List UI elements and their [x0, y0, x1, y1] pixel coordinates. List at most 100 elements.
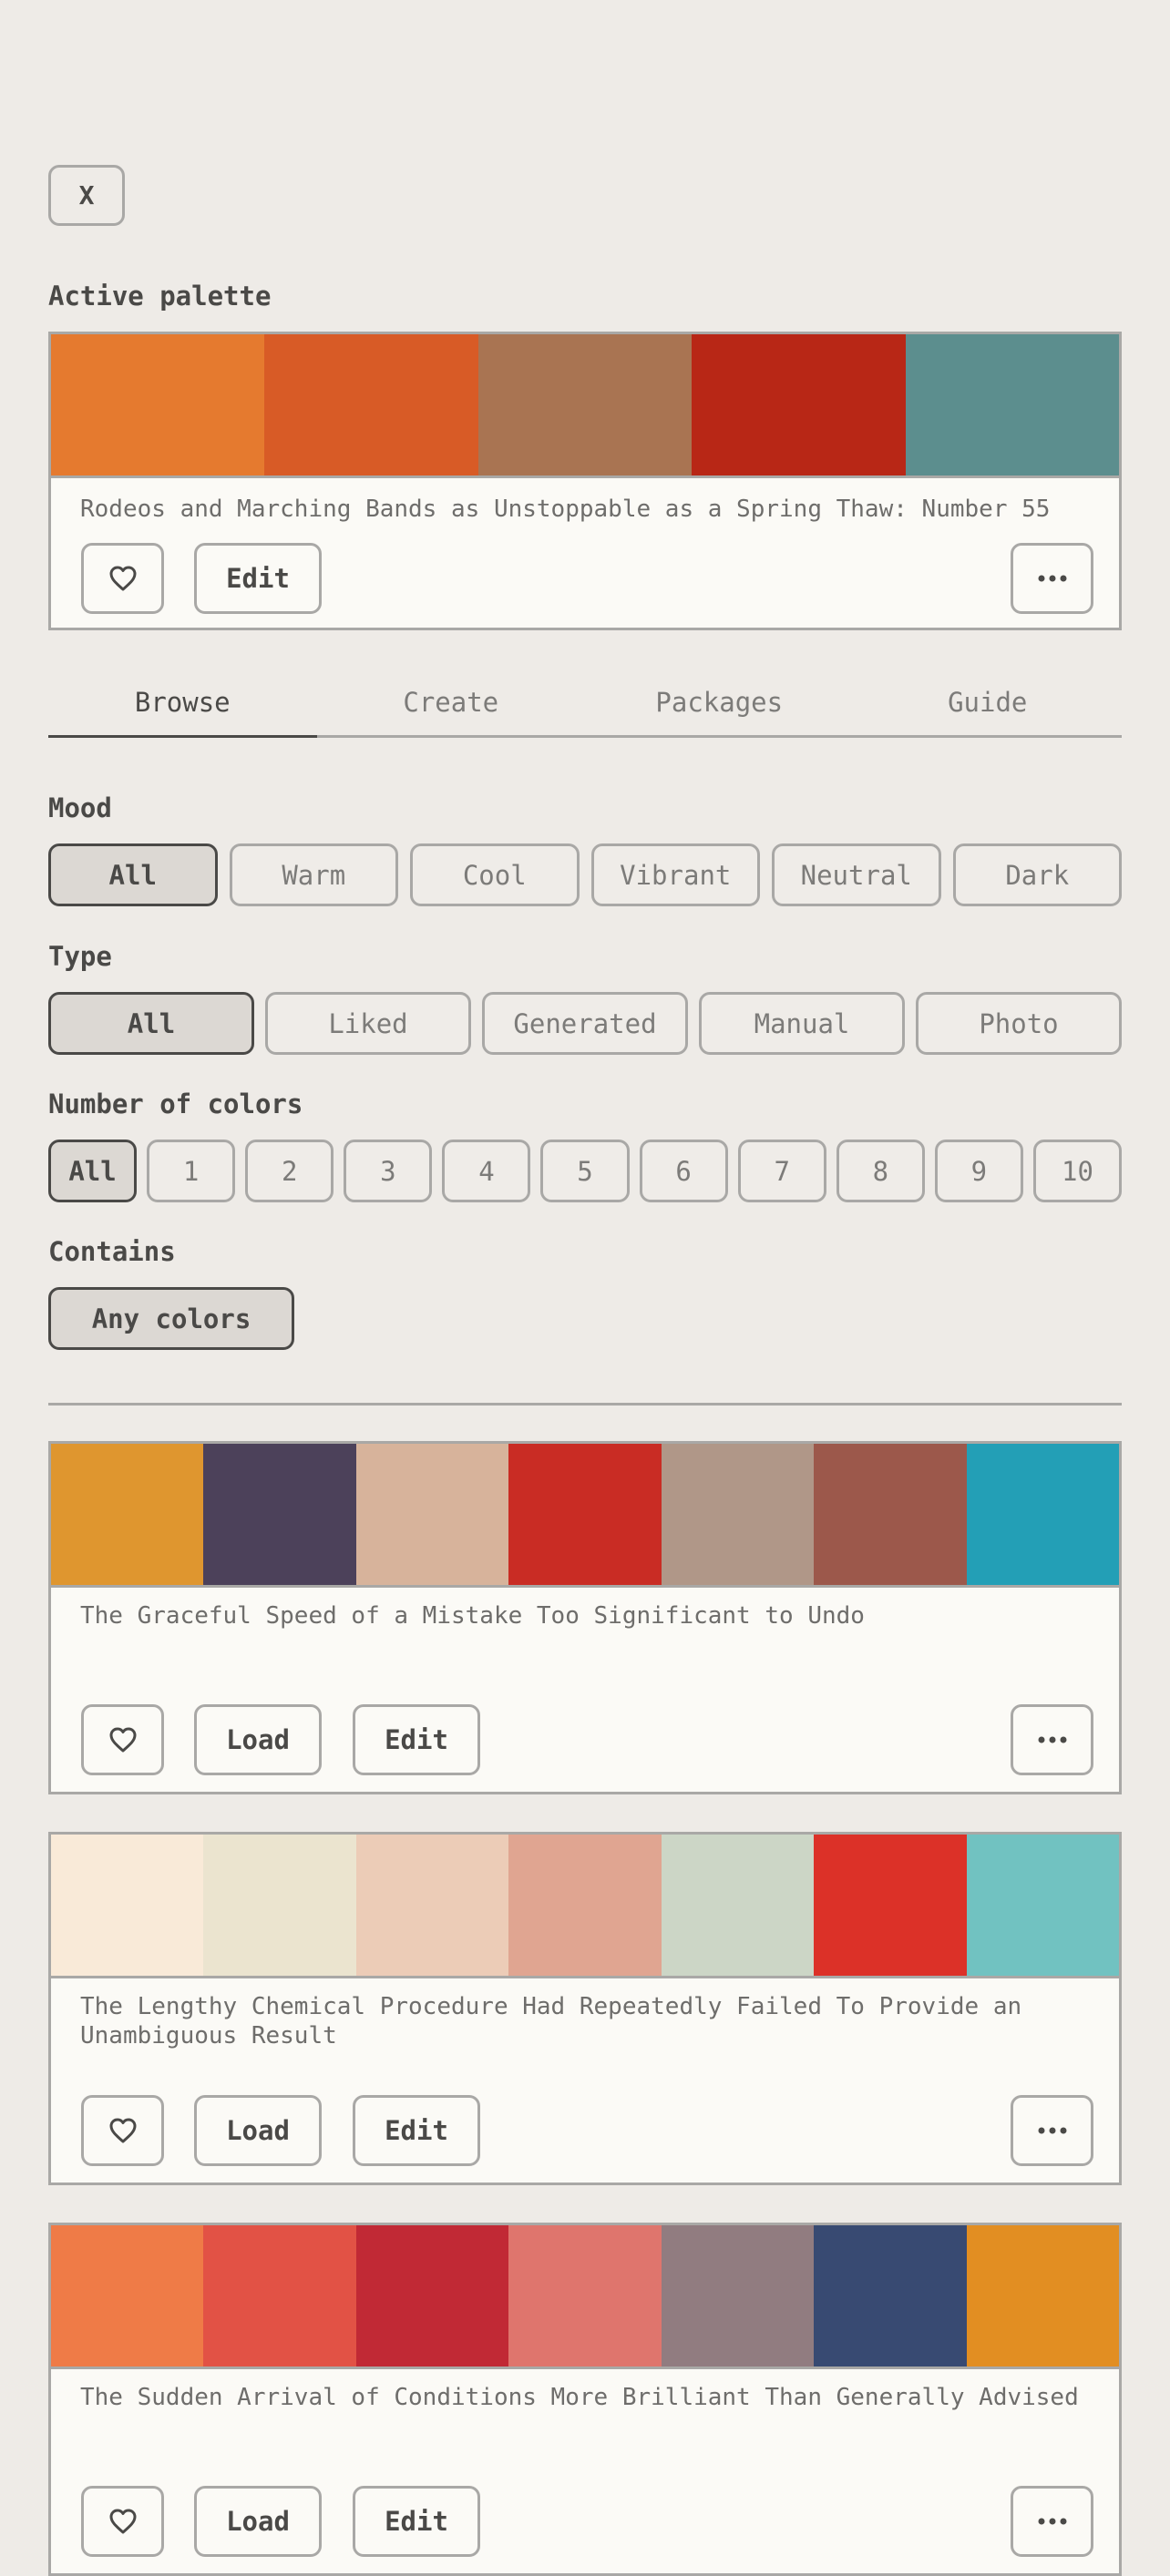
color-swatch[interactable] [477, 334, 693, 475]
like-button[interactable] [81, 543, 164, 614]
count-filter-label: Number of colors [48, 1089, 303, 1119]
load-button[interactable]: Load [194, 2095, 322, 2166]
more-horizontal-icon [1038, 575, 1066, 582]
tab-create[interactable]: Create [317, 670, 586, 735]
more-button[interactable] [1011, 2095, 1093, 2166]
edit-button[interactable]: Edit [353, 2486, 480, 2557]
heart-icon [109, 2118, 136, 2143]
count-chip-1[interactable]: 1 [147, 1140, 236, 1202]
more-horizontal-icon [1038, 2127, 1066, 2134]
color-swatch[interactable] [814, 2225, 967, 2366]
count-chip-5[interactable]: 5 [540, 1140, 630, 1202]
color-swatch[interactable] [51, 1444, 204, 1585]
section-divider [48, 1403, 1122, 1406]
heart-icon [109, 566, 136, 591]
type-chip-liked[interactable]: Liked [265, 992, 471, 1055]
heart-icon [109, 2509, 136, 2534]
type-chip-manual[interactable]: Manual [699, 992, 905, 1055]
color-swatch[interactable] [966, 1835, 1119, 1976]
more-button[interactable] [1011, 2486, 1093, 2557]
palette-swatches [51, 1835, 1119, 1978]
color-swatch[interactable] [51, 334, 265, 475]
color-swatch[interactable] [814, 1444, 967, 1585]
tab-browse[interactable]: Browse [48, 670, 317, 738]
mood-filter-options: All Warm Cool Vibrant Neutral Dark [48, 843, 1122, 906]
active-palette-heading: Active palette [48, 281, 272, 312]
color-swatch[interactable] [508, 1444, 662, 1585]
color-swatch[interactable] [661, 2225, 815, 2366]
color-swatch[interactable] [51, 2225, 204, 2366]
main-tabs: Browse Create Packages Guide [48, 670, 1122, 738]
count-chip-3[interactable]: 3 [344, 1140, 433, 1202]
count-chip-6[interactable]: 6 [639, 1140, 728, 1202]
type-chip-generated[interactable]: Generated [482, 992, 688, 1055]
more-button[interactable] [1011, 1704, 1093, 1775]
palette-card: The Graceful Speed of a Mistake Too Sign… [48, 1441, 1122, 1794]
color-swatch[interactable] [966, 2225, 1119, 2366]
active-palette-title: Rodeos and Marching Bands as Unstoppable… [80, 496, 1051, 523]
heart-icon [109, 1727, 136, 1753]
more-horizontal-icon [1038, 2518, 1066, 2525]
type-chip-all[interactable]: All [48, 992, 254, 1055]
color-swatch[interactable] [355, 1444, 509, 1585]
tab-guide[interactable]: Guide [854, 670, 1123, 735]
count-chip-9[interactable]: 9 [934, 1140, 1023, 1202]
contains-any-colors-chip[interactable]: Any colors [48, 1287, 294, 1350]
palette-title: The Lengthy Chemical Procedure Had Repea… [80, 1993, 1022, 2050]
color-swatch[interactable] [661, 1835, 815, 1976]
color-swatch[interactable] [203, 2225, 356, 2366]
more-horizontal-icon [1038, 1736, 1066, 1743]
count-chip-8[interactable]: 8 [836, 1140, 925, 1202]
color-swatch[interactable] [264, 334, 478, 475]
color-swatch[interactable] [203, 1835, 356, 1976]
color-swatch[interactable] [51, 1835, 204, 1976]
color-swatch[interactable] [905, 334, 1120, 475]
color-swatch[interactable] [661, 1444, 815, 1585]
color-swatch[interactable] [508, 2225, 662, 2366]
contains-filter: Any colors [48, 1287, 1122, 1350]
count-chip-2[interactable]: 2 [245, 1140, 334, 1202]
color-swatch[interactable] [692, 334, 906, 475]
count-filter-options: All 1 2 3 4 5 6 7 8 9 10 [48, 1140, 1123, 1202]
like-button[interactable] [81, 2095, 164, 2166]
palette-card: The Lengthy Chemical Procedure Had Repea… [48, 1832, 1122, 2185]
color-swatch[interactable] [966, 1444, 1119, 1585]
mood-chip-vibrant[interactable]: Vibrant [590, 843, 760, 906]
active-palette-card: Rodeos and Marching Bands as Unstoppable… [48, 332, 1122, 630]
color-swatch[interactable] [203, 1444, 356, 1585]
load-button[interactable]: Load [194, 1704, 322, 1775]
like-button[interactable] [81, 2486, 164, 2557]
mood-filter-label: Mood [48, 792, 112, 823]
type-filter-label: Type [48, 941, 112, 972]
like-button[interactable] [81, 1704, 164, 1775]
color-swatch[interactable] [355, 2225, 509, 2366]
mood-chip-cool[interactable]: Cool [410, 843, 580, 906]
close-button[interactable]: X [48, 165, 125, 226]
tab-packages[interactable]: Packages [585, 670, 854, 735]
count-chip-all[interactable]: All [48, 1140, 138, 1202]
mood-chip-dark[interactable]: Dark [952, 843, 1122, 906]
count-chip-4[interactable]: 4 [442, 1140, 531, 1202]
edit-button[interactable]: Edit [353, 1704, 480, 1775]
palette-swatches [51, 2225, 1119, 2369]
palette-title: The Graceful Speed of a Mistake Too Sign… [80, 1602, 865, 1630]
edit-button[interactable]: Edit [353, 2095, 480, 2166]
color-swatch[interactable] [508, 1835, 662, 1976]
mood-chip-warm[interactable]: Warm [229, 843, 398, 906]
more-button[interactable] [1011, 543, 1093, 614]
palette-swatches [51, 1444, 1119, 1588]
type-filter-options: All Liked Generated Manual Photo [48, 992, 1122, 1055]
active-palette-swatches [51, 334, 1120, 478]
color-swatch[interactable] [355, 1835, 509, 1976]
count-chip-10[interactable]: 10 [1032, 1140, 1123, 1202]
type-chip-photo[interactable]: Photo [916, 992, 1122, 1055]
palette-card: The Sudden Arrival of Conditions More Br… [48, 2223, 1122, 2576]
count-chip-7[interactable]: 7 [737, 1140, 826, 1202]
contains-filter-label: Contains [48, 1236, 176, 1267]
color-swatch[interactable] [814, 1835, 967, 1976]
palette-title: The Sudden Arrival of Conditions More Br… [80, 2384, 1079, 2411]
mood-chip-all[interactable]: All [48, 843, 218, 906]
mood-chip-neutral[interactable]: Neutral [772, 843, 941, 906]
load-button[interactable]: Load [194, 2486, 322, 2557]
active-edit-button[interactable]: Edit [194, 543, 322, 614]
